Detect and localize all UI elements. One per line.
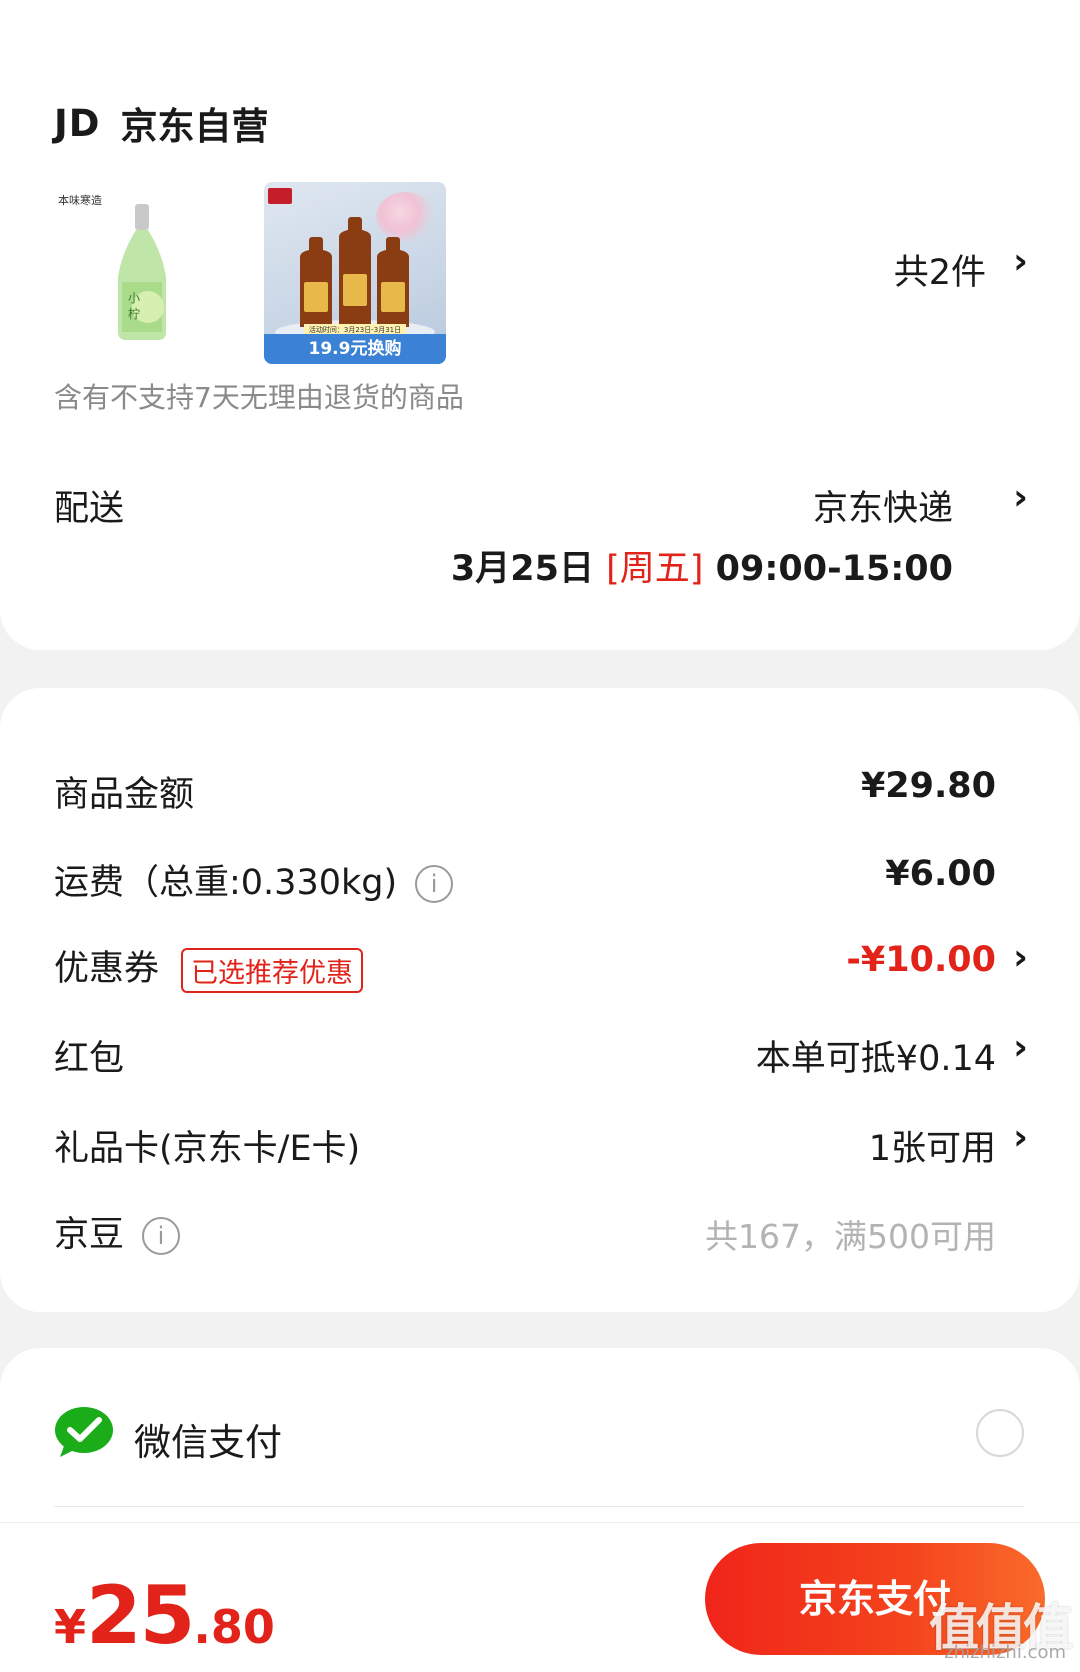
delivery-method[interactable]: 京东快递 bbox=[813, 480, 953, 531]
info-icon[interactable]: i bbox=[415, 865, 454, 903]
coupon-label: 优惠券 bbox=[54, 949, 160, 989]
wechat-pay-icon bbox=[55, 1407, 113, 1457]
product-thumbnail-lemon-soda[interactable]: 本味寒造 小 柠 bbox=[52, 182, 234, 364]
recommended-coupon-tag: 已选推荐优惠 bbox=[181, 947, 364, 993]
goods-amount-label: 商品金额 bbox=[54, 775, 195, 815]
product-brand-tag: 本味寒造 bbox=[58, 194, 102, 207]
divider bbox=[54, 1506, 1024, 1507]
shipping-fee-row: 运费（总重:0.330kg) i bbox=[54, 854, 454, 905]
total-currency: ¥ bbox=[54, 1600, 87, 1654]
jingdou-label: 京豆 bbox=[54, 1215, 125, 1255]
giftcard-value[interactable]: 1张可用 bbox=[869, 1120, 996, 1171]
redpacket-label: 红包 bbox=[54, 1039, 125, 1079]
chevron-right-icon[interactable]: › bbox=[1013, 937, 1028, 978]
giftcard-label: 礼品卡(京东卡/E卡) bbox=[54, 1129, 361, 1169]
order-total: ¥25.80 bbox=[54, 1569, 275, 1662]
delivery-time: 09:00-15:00 bbox=[715, 549, 953, 589]
site-watermark-url: zhizhizhi.com bbox=[944, 1642, 1066, 1663]
jingdou-value: 共167，满500可用 bbox=[705, 1217, 996, 1256]
svg-text:柠: 柠 bbox=[128, 306, 140, 321]
wechat-pay-label[interactable]: 微信支付 bbox=[134, 1412, 282, 1466]
goods-amount-value: ¥29.80 bbox=[860, 766, 996, 806]
shipping-fee-value: ¥6.00 bbox=[885, 854, 996, 894]
chevron-right-icon[interactable]: › bbox=[1013, 1117, 1028, 1158]
coupon-row: 优惠券 已选推荐优惠 bbox=[54, 940, 364, 993]
green-bottle-image: 小 柠 bbox=[118, 204, 166, 340]
store-header: JD 京东自营 bbox=[54, 96, 268, 150]
delivery-date: 3月25日 bbox=[450, 549, 594, 589]
svg-text:小: 小 bbox=[128, 291, 140, 305]
delivery-label: 配送 bbox=[54, 489, 125, 529]
return-policy-notice: 含有不支持7天无理由退货的商品 bbox=[54, 381, 464, 414]
product-thumbnail-beer-pack[interactable]: 活动时间：3月23日-3月31日 19.9元换购 bbox=[264, 182, 446, 364]
delivery-time-slot[interactable]: 3月25日 [周五] 09:00-15:00 bbox=[451, 540, 953, 591]
chevron-right-icon[interactable]: › bbox=[1013, 477, 1028, 518]
chevron-right-icon[interactable]: › bbox=[1013, 241, 1028, 282]
redpacket-value[interactable]: 本单可抵¥0.14 bbox=[756, 1030, 996, 1081]
jd-logo: JD bbox=[54, 101, 101, 145]
store-name: 京东自营 bbox=[120, 105, 269, 148]
chevron-right-icon[interactable]: › bbox=[1013, 1027, 1028, 1068]
info-icon[interactable]: i bbox=[142, 1217, 181, 1255]
checkout-bar: ¥25.80 京东支付 bbox=[0, 1522, 1080, 1672]
promo-badge: 19.9元换购 bbox=[264, 334, 446, 364]
total-integer: 25 bbox=[86, 1569, 195, 1662]
coupon-value[interactable]: -¥10.00 bbox=[846, 940, 996, 980]
jingdou-row: 京豆 i bbox=[54, 1206, 181, 1257]
delivery-weekday: [周五] bbox=[606, 549, 704, 589]
item-count[interactable]: 共2件 bbox=[894, 244, 986, 295]
total-decimal: .80 bbox=[193, 1600, 275, 1654]
shipping-fee-label: 运费（总重:0.330kg) bbox=[54, 863, 398, 903]
wechat-pay-radio[interactable] bbox=[976, 1409, 1024, 1457]
